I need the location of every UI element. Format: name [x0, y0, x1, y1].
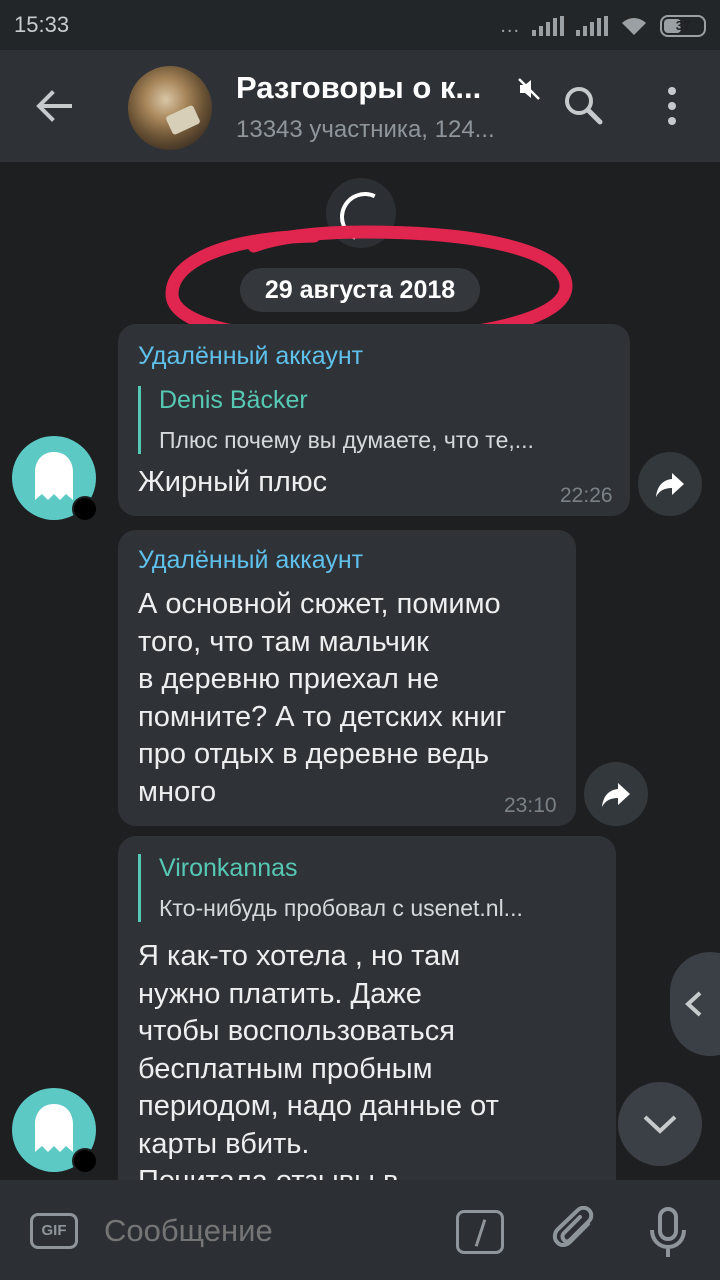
paperclip-icon: [552, 1205, 594, 1247]
chat-header: Разговоры о к... 13343 участника, 124...: [0, 50, 720, 162]
message-time: 23:10: [504, 794, 557, 817]
reply-snippet: Кто-нибудь пробовал с usenet.nl...: [159, 895, 523, 921]
side-panel-handle[interactable]: [670, 952, 720, 1056]
battery-icon: 37: [660, 15, 706, 37]
message-text: Я как-то хотела , но там нужно платить. …: [138, 940, 499, 1180]
bot-command-button[interactable]: [456, 1210, 504, 1254]
status-dots: ...: [500, 14, 520, 37]
scroll-down-button[interactable]: [618, 1082, 702, 1166]
forward-button[interactable]: [584, 762, 648, 826]
share-arrow-icon: [656, 473, 684, 497]
reply-author: Denis Bäcker: [159, 386, 308, 414]
ghost-icon: [35, 452, 73, 500]
date-separator: 29 августа 2018: [240, 268, 480, 312]
message-text: А основной сюжет, помимо того, что там м…: [138, 588, 507, 808]
deleted-account-avatar[interactable]: [12, 1088, 98, 1174]
message-time: 22:26: [560, 484, 613, 507]
message-input[interactable]: [104, 1208, 424, 1254]
chevron-down-icon: [643, 1115, 677, 1134]
search-button[interactable]: [560, 82, 608, 130]
reply-snippet: Плюс почему вы думаете, что те,...: [159, 427, 534, 453]
gif-button[interactable]: GIF: [30, 1213, 78, 1249]
chat-area[interactable]: 29 августа 2018 Удалённый аккаунт Denis …: [0, 162, 720, 1180]
forward-button[interactable]: [638, 452, 702, 516]
message-bubble[interactable]: Vironkannas Кто-нибудь пробовал с usenet…: [118, 836, 616, 1180]
chat-subtitle: 13343 участника, 124...: [236, 116, 495, 143]
muted-speaker-icon: [518, 78, 540, 100]
group-avatar[interactable]: [128, 66, 212, 150]
more-vert-icon: [668, 87, 676, 125]
status-dot: [72, 1148, 98, 1174]
status-time: 15:33: [14, 12, 70, 37]
chat-title[interactable]: Разговоры о к...: [236, 70, 481, 106]
reply-quote[interactable]: Denis Bäcker Плюс почему вы думаете, что…: [138, 386, 610, 454]
deleted-account-avatar[interactable]: [12, 436, 98, 522]
more-menu-button[interactable]: [654, 82, 690, 130]
message-text: Жирный плюс: [138, 466, 328, 498]
back-button[interactable]: [24, 76, 84, 136]
signal-icon-2: [576, 16, 608, 36]
reply-quote[interactable]: Vironkannas Кто-нибудь пробовал с usenet…: [138, 854, 596, 922]
microphone-icon: [650, 1207, 686, 1257]
message-input-bar: GIF: [0, 1180, 720, 1280]
status-bar: 15:33 ... 37: [0, 0, 720, 50]
battery-level: 37: [675, 18, 691, 33]
message-bubble[interactable]: Удалённый аккаунт Denis Bäcker Плюс поче…: [118, 324, 630, 516]
attach-button[interactable]: [552, 1205, 600, 1258]
message-sender[interactable]: Удалённый аккаунт: [138, 546, 363, 575]
message-sender[interactable]: Удалённый аккаунт: [138, 342, 363, 371]
reply-author: Vironkannas: [159, 854, 298, 882]
back-arrow-icon: [36, 90, 72, 122]
wifi-icon: [622, 18, 646, 35]
search-icon: [565, 87, 603, 125]
signal-icon: [532, 16, 564, 36]
share-arrow-icon: [602, 783, 630, 807]
chevron-left-icon: [685, 991, 702, 1017]
status-icons: ... 37: [500, 12, 706, 40]
message-bubble[interactable]: Удалённый аккаунт А основной сюжет, поми…: [118, 530, 576, 826]
microphone-button[interactable]: [646, 1206, 690, 1260]
status-dot: [72, 496, 98, 522]
ghost-icon: [35, 1104, 73, 1152]
